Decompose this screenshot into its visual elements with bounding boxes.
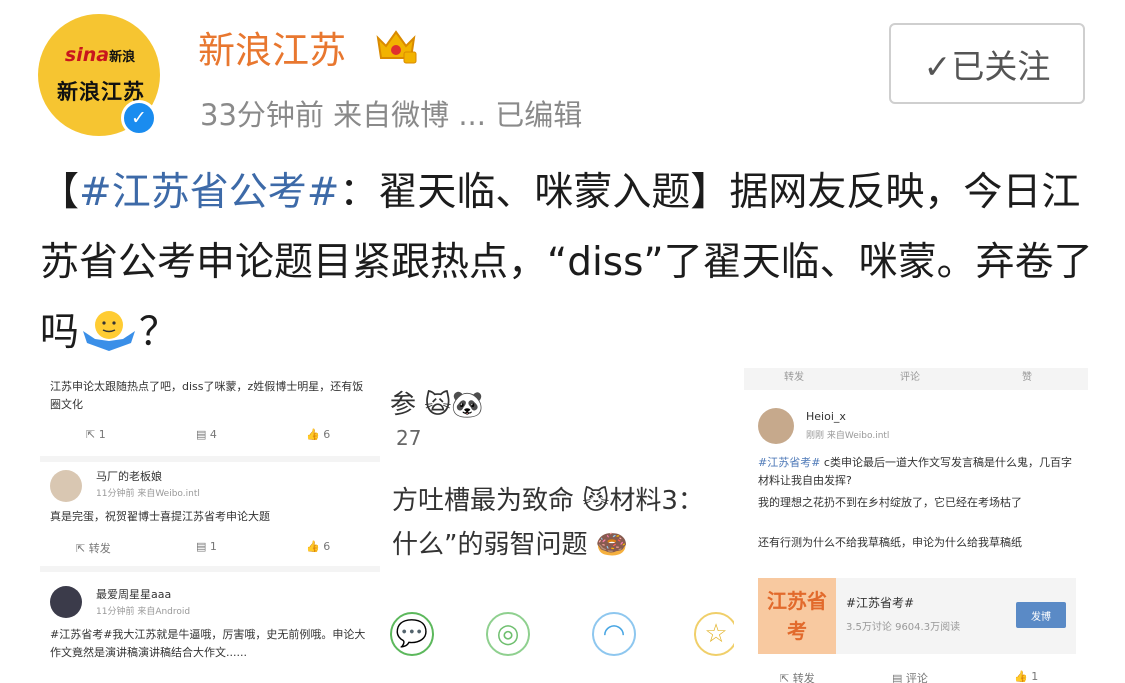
repost-icon: ⇱ 1 bbox=[86, 428, 106, 441]
user-avatar bbox=[50, 470, 82, 502]
post-text: 【#江苏省公考#：翟天临、咪蒙入题】据网友反映，今日江苏省公考申论题目紧跟热点，… bbox=[40, 170, 1093, 355]
user-avatar bbox=[50, 586, 82, 618]
post-image-3[interactable]: 转发 评论 赞 Heioi_x 刚刚 来自Weibo.intl #江苏省考# c… bbox=[744, 368, 1088, 683]
repost-icon: ⇱ 转发 bbox=[76, 542, 111, 555]
moments-icon[interactable]: ◎ bbox=[486, 612, 530, 656]
shrug-emoji-icon bbox=[83, 311, 136, 351]
comment-icon: ▤ 4 bbox=[196, 428, 217, 441]
post-image-2[interactable]: 参 🙀🐼 27 方吐槽最为致命 😼材料3： 什么”的弱智问题 🍩 💬 ◎ ◠ ☆ bbox=[388, 368, 734, 683]
post-image-1[interactable]: 江苏申论太跟随热点了吧，diss了咪蒙，z姓假博士明星，还有饭圈文化 ⇱ 1 ▤… bbox=[40, 368, 380, 683]
follow-button[interactable]: ✓已关注 bbox=[889, 23, 1085, 104]
like-icon: 👍 6 bbox=[306, 540, 331, 553]
vip-crown-icon bbox=[376, 30, 417, 64]
verified-badge-icon: ✓ bbox=[121, 100, 157, 136]
comment-icon: ▤ 评论 bbox=[892, 672, 928, 683]
user-avatar bbox=[758, 408, 794, 444]
post-meta: 33分钟前 来自微博 ... 已编辑 bbox=[200, 98, 583, 132]
comment-card-3: 最爱周星星aaa 11分钟前 来自Android #江苏省考#我大江苏就是牛逼哦… bbox=[40, 572, 380, 683]
hashtag-link[interactable]: #江苏省公考# bbox=[79, 170, 339, 215]
like-icon: 👍 1 bbox=[1014, 670, 1039, 683]
comment-card-4: Heioi_x 刚刚 来自Weibo.intl #江苏省考# c类申论最后一道大… bbox=[744, 390, 1088, 683]
topic-card[interactable]: 江苏省考 #江苏省考# 3.5万讨论 9604.3万阅读 发博 bbox=[758, 578, 1076, 654]
comment-icon: ▤ 1 bbox=[196, 540, 217, 553]
wechat-icon[interactable]: 💬 bbox=[390, 612, 434, 656]
qzone-icon[interactable]: ☆ bbox=[694, 612, 734, 656]
comment-card-1: 江苏申论太跟随热点了吧，diss了咪蒙，z姓假博士明星，还有饭圈文化 ⇱ 1 ▤… bbox=[40, 368, 380, 456]
topic-thumbnail: 江苏省考 bbox=[758, 578, 836, 654]
comment-card-2: 马厂的老板娘 11分钟前 来自Weibo.intl 真是完蛋，祝贺翟博士喜提江苏… bbox=[40, 462, 380, 566]
account-name[interactable]: 新浪江苏 bbox=[198, 20, 346, 74]
sina-logo: sina新浪 bbox=[64, 44, 136, 66]
like-icon: 👍 6 bbox=[306, 428, 331, 441]
qq-icon[interactable]: ◠ bbox=[592, 612, 636, 656]
repost-icon: ⇱ 转发 bbox=[780, 672, 815, 683]
post-topic-button[interactable]: 发博 bbox=[1016, 602, 1066, 628]
